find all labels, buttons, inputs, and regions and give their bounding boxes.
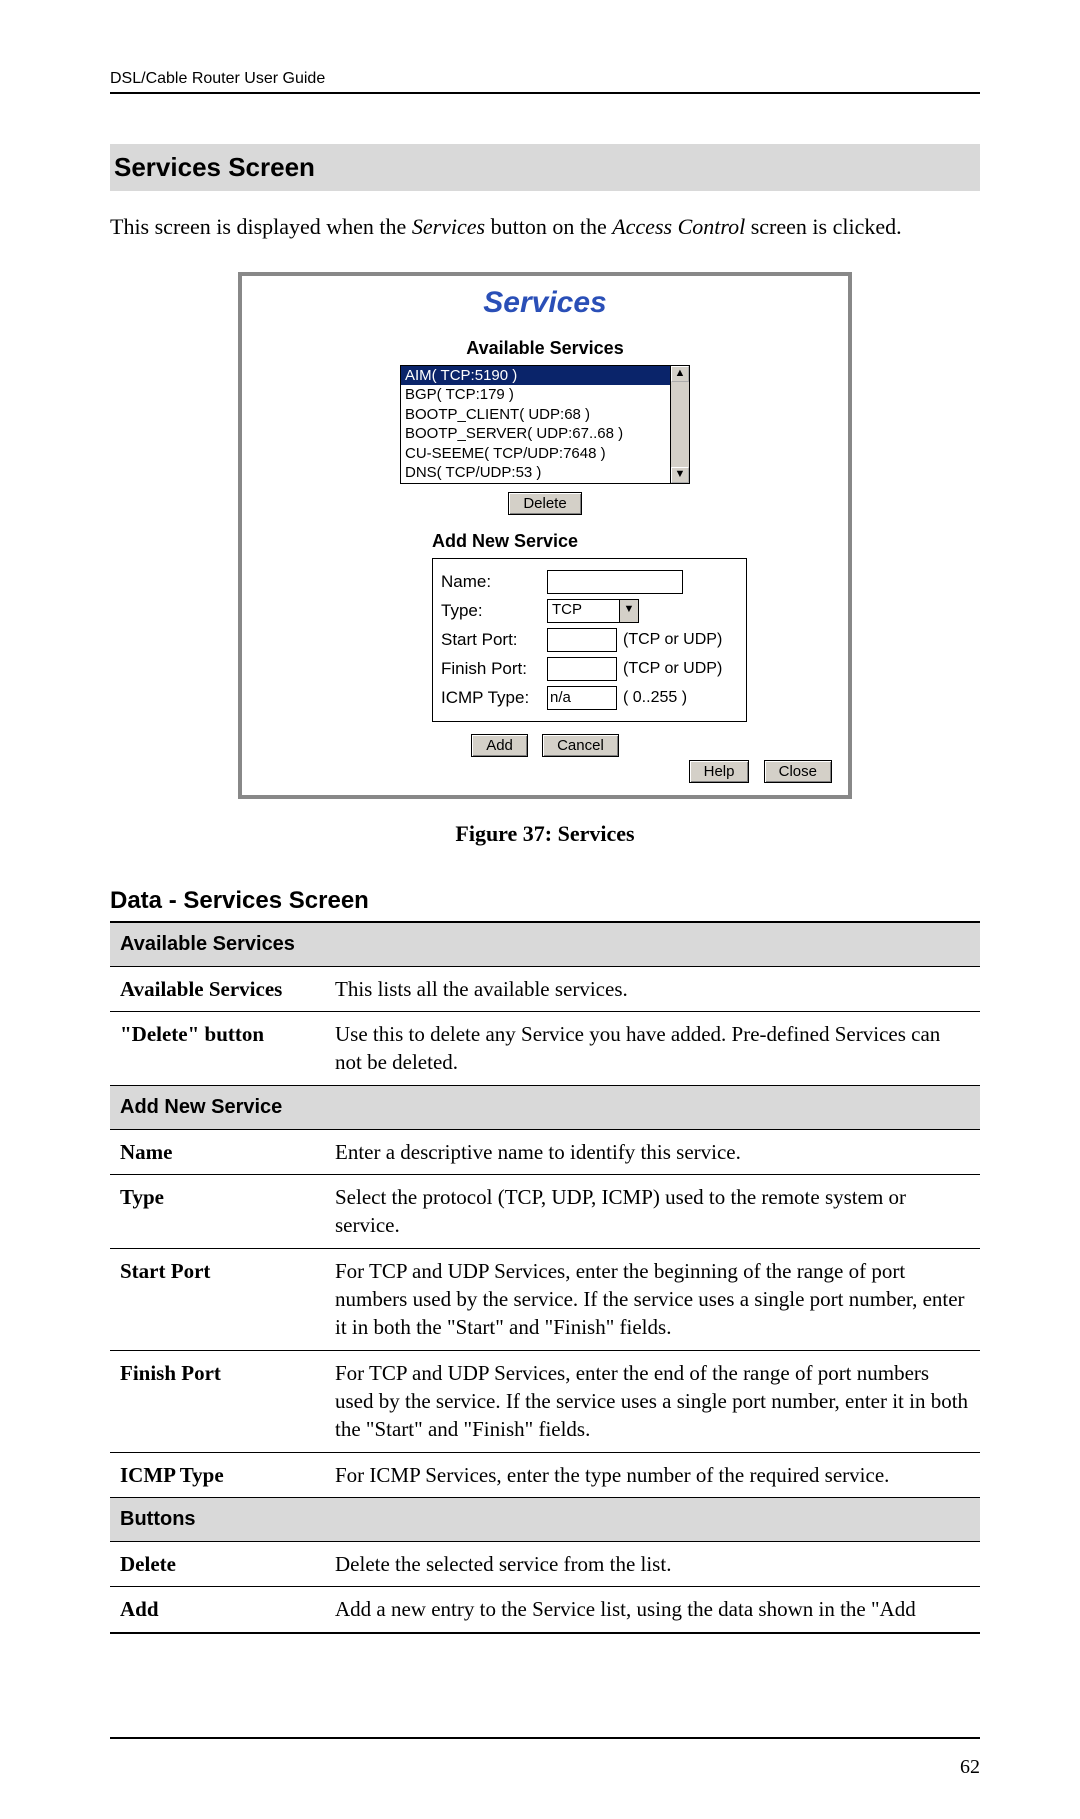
table-value: Use this to delete any Service you have …: [325, 1011, 980, 1085]
type-label: Type:: [441, 601, 541, 621]
intro-post: screen is clicked.: [745, 214, 901, 239]
icmp-type-label: ICMP Type:: [441, 688, 541, 708]
listbox-scrollbar[interactable]: ▲ ▼: [671, 365, 690, 484]
close-button[interactable]: Close: [764, 760, 832, 783]
dialog-title: Services: [242, 286, 848, 320]
table-key: Name: [110, 1129, 325, 1174]
figure-caption: Figure 37: Services: [110, 821, 980, 847]
finish-port-label: Finish Port:: [441, 659, 541, 679]
table-value: Select the protocol (TCP, UDP, ICMP) use…: [325, 1174, 980, 1248]
table-row: Available ServicesThis lists all the ava…: [110, 966, 980, 1011]
available-services-heading: Available Services: [242, 338, 848, 359]
list-item[interactable]: DNS( TCP/UDP:53 ): [401, 463, 670, 483]
name-field[interactable]: [547, 570, 683, 594]
data-table: Available ServicesAvailable ServicesThis…: [110, 921, 980, 1634]
table-row: DeleteDelete the selected service from t…: [110, 1542, 980, 1587]
table-group-header: Available Services: [110, 922, 980, 967]
table-value: This lists all the available services.: [325, 966, 980, 1011]
table-row: "Delete" buttonUse this to delete any Se…: [110, 1011, 980, 1085]
list-item[interactable]: CU-SEEME( TCP/UDP:7648 ): [401, 444, 670, 464]
add-button[interactable]: Add: [471, 734, 528, 757]
type-select-value: TCP: [548, 600, 619, 622]
cancel-button[interactable]: Cancel: [542, 734, 619, 757]
help-button[interactable]: Help: [689, 760, 750, 783]
available-services-listbox[interactable]: AIM( TCP:5190 ) BGP( TCP:179 ) BOOTP_CLI…: [400, 365, 671, 484]
name-label: Name:: [441, 572, 541, 592]
list-item[interactable]: AIM( TCP:5190 ): [401, 366, 670, 386]
page-header: DSL/Cable Router User Guide: [110, 70, 980, 94]
section-title: Services Screen: [110, 144, 980, 191]
table-row: Finish PortFor TCP and UDP Services, ent…: [110, 1350, 980, 1452]
table-value: Enter a descriptive name to identify thi…: [325, 1129, 980, 1174]
intro-paragraph: This screen is displayed when the Servic…: [110, 213, 980, 242]
finish-port-hint: (TCP or UDP): [623, 660, 722, 678]
add-new-service-heading: Add New Service: [432, 531, 848, 552]
table-row: Start PortFor TCP and UDP Services, ente…: [110, 1248, 980, 1350]
intro-em2: Access Control: [612, 214, 745, 239]
table-value: For TCP and UDP Services, enter the begi…: [325, 1248, 980, 1350]
table-group-header: Add New Service: [110, 1085, 980, 1129]
finish-port-field[interactable]: [547, 657, 617, 681]
table-key: "Delete" button: [110, 1011, 325, 1085]
data-subheading: Data - Services Screen: [110, 887, 980, 915]
start-port-hint: (TCP or UDP): [623, 631, 722, 649]
services-dialog: Services Available Services AIM( TCP:519…: [238, 272, 852, 799]
table-row: ICMP TypeFor ICMP Services, enter the ty…: [110, 1452, 980, 1497]
type-select[interactable]: TCP ▼: [547, 599, 639, 623]
footer-rule: [110, 1737, 980, 1739]
intro-pre: This screen is displayed when the: [110, 214, 412, 239]
start-port-field[interactable]: [547, 628, 617, 652]
table-key: Add: [110, 1587, 325, 1633]
table-key: Start Port: [110, 1248, 325, 1350]
table-key: Available Services: [110, 966, 325, 1011]
intro-mid: button on the: [485, 214, 612, 239]
table-group-header: Buttons: [110, 1498, 980, 1542]
icmp-type-field[interactable]: [547, 686, 617, 710]
page-number: 62: [960, 1756, 980, 1779]
table-row: AddAdd a new entry to the Service list, …: [110, 1587, 980, 1633]
add-new-service-form: Name: Type: TCP ▼ Start Port: (TCP or UD…: [432, 558, 747, 722]
table-value: Delete the selected service from the lis…: [325, 1542, 980, 1587]
table-key: Type: [110, 1174, 325, 1248]
start-port-label: Start Port:: [441, 630, 541, 650]
icmp-type-hint: ( 0..255 ): [623, 689, 687, 707]
table-value: For ICMP Services, enter the type number…: [325, 1452, 980, 1497]
scroll-down-icon[interactable]: ▼: [671, 467, 689, 483]
scroll-up-icon[interactable]: ▲: [671, 366, 689, 382]
list-item[interactable]: BOOTP_SERVER( UDP:67..68 ): [401, 424, 670, 444]
delete-button[interactable]: Delete: [508, 492, 581, 515]
table-value: For TCP and UDP Services, enter the end …: [325, 1350, 980, 1452]
list-item[interactable]: BOOTP_CLIENT( UDP:68 ): [401, 405, 670, 425]
list-item[interactable]: BGP( TCP:179 ): [401, 385, 670, 405]
table-row: TypeSelect the protocol (TCP, UDP, ICMP)…: [110, 1174, 980, 1248]
intro-em1: Services: [412, 214, 485, 239]
table-key: Finish Port: [110, 1350, 325, 1452]
chevron-down-icon: ▼: [619, 600, 638, 622]
table-value: Add a new entry to the Service list, usi…: [325, 1587, 980, 1633]
table-row: NameEnter a descriptive name to identify…: [110, 1129, 980, 1174]
table-key: ICMP Type: [110, 1452, 325, 1497]
table-key: Delete: [110, 1542, 325, 1587]
